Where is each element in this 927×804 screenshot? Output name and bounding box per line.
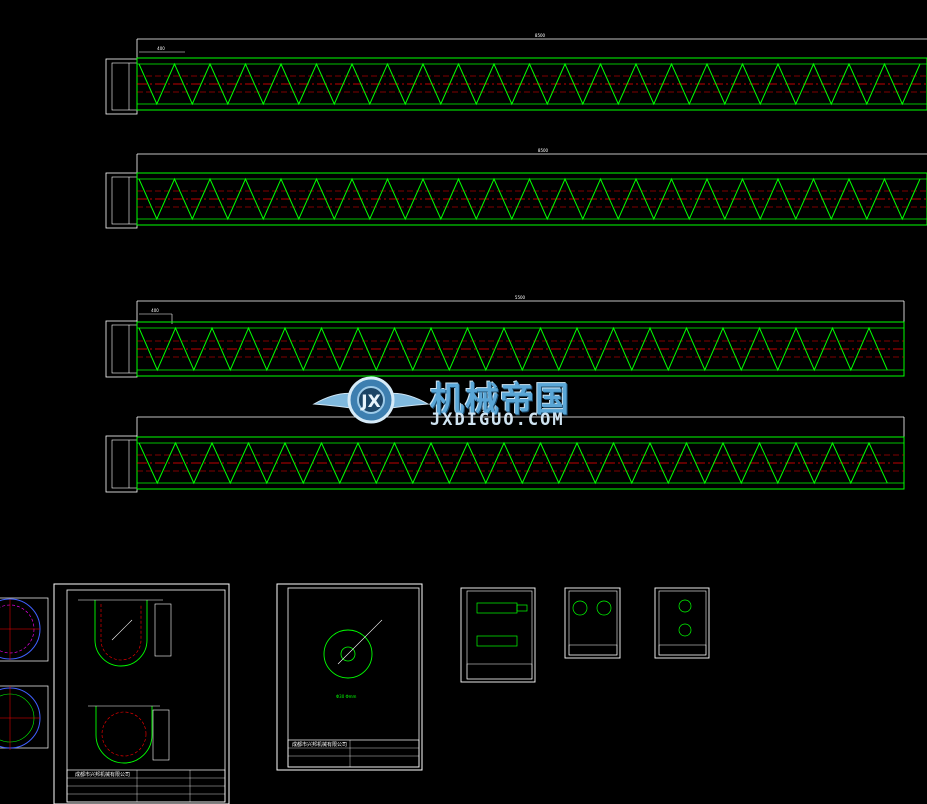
- flange-note: Φ30 Φmm: [336, 694, 357, 699]
- dimension-label-b: 8500: [538, 148, 549, 153]
- drawing-sheet-flange: Φ30 Φmm 成都市兴邦机械有限公司: [276, 583, 423, 771]
- watermark-subtitle: JXDIGUO.COM: [430, 410, 565, 430]
- watermark-logo: JX 机械帝国 JXDIGUO.COM: [312, 366, 612, 438]
- sheet1-company: 成都市兴邦机械有限公司: [75, 771, 130, 778]
- drawing-sheet-gear: [654, 587, 710, 659]
- pitch-label-a: 400: [157, 46, 165, 51]
- dimension-label-c: 5500: [515, 295, 526, 300]
- drawing-sheet-shaft: [460, 587, 536, 683]
- gear-wings-icon: JX: [312, 376, 430, 424]
- svg-text:JX: JX: [360, 392, 380, 412]
- screw-conveyor-a: 8500 400: [105, 33, 927, 115]
- drawing-sheet-trough: 成都市兴邦机械有限公司: [53, 583, 230, 804]
- partial-end-views: [0, 597, 49, 750]
- drawing-sheet-bearing: [564, 587, 621, 659]
- dimension-label-a: 8500: [535, 33, 546, 38]
- screw-conveyor-c: 5500 400: [105, 295, 905, 378]
- pitch-label-c: 400: [151, 308, 159, 313]
- sheet2-company: 成都市兴邦机械有限公司: [292, 741, 347, 748]
- screw-conveyor-b: 8500: [105, 148, 927, 229]
